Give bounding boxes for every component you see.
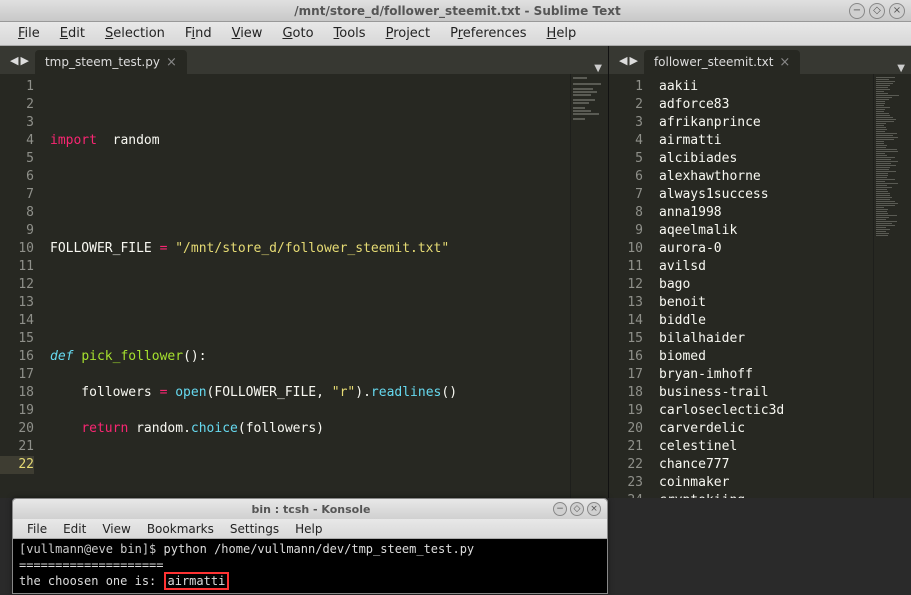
list-item: carverdelic [659, 420, 867, 438]
editor-left[interactable]: 12345678910111213141516171819202122 impo… [0, 74, 608, 498]
menu-tools[interactable]: Tools [324, 23, 376, 44]
tab-close-icon[interactable]: × [166, 55, 177, 70]
tab-label: follower_steemit.txt [654, 55, 773, 69]
list-item: avilsd [659, 258, 867, 276]
list-item: chance777 [659, 456, 867, 474]
minimap-left[interactable] [570, 74, 608, 498]
pane-left: ◀ ▶ tmp_steem_test.py × ▼ 12345678910111… [0, 46, 609, 498]
menu-view[interactable]: View [222, 23, 273, 44]
konsole-menubar: File Edit View Bookmarks Settings Help [13, 519, 607, 539]
menu-project[interactable]: Project [376, 23, 441, 44]
tab-next-icon[interactable]: ▶ [20, 54, 28, 67]
konsole-menu-file[interactable]: File [19, 520, 55, 538]
list-item: coinmaker [659, 474, 867, 492]
gutter-right: 1234567891011121314151617181920212223242… [609, 74, 653, 498]
konsole-minimize-button[interactable]: − [553, 502, 567, 516]
list-item: alcibiades [659, 150, 867, 168]
list-item: afrikanprince [659, 114, 867, 132]
editor-right[interactable]: 1234567891011121314151617181920212223242… [609, 74, 911, 498]
konsole-menu-help[interactable]: Help [287, 520, 330, 538]
tab-prev-icon[interactable]: ◀ [10, 54, 18, 67]
konsole-menu-bookmarks[interactable]: Bookmarks [139, 520, 222, 538]
konsole-terminal[interactable]: [vullmann@eve bin]$ python /home/vullman… [13, 539, 607, 591]
tab-next-icon[interactable]: ▶ [629, 54, 637, 67]
window-title: /mnt/store_d/follower_steemit.txt - Subl… [66, 4, 849, 18]
list-item: always1success [659, 186, 867, 204]
list-item: cryptokiing [659, 492, 867, 498]
list-item: alexhawthorne [659, 168, 867, 186]
list-item: bilalhaider [659, 330, 867, 348]
list-item: biddle [659, 312, 867, 330]
terminal-result-value: airmatti [164, 572, 230, 590]
list-item: aurora-0 [659, 240, 867, 258]
list-item: bryan-imhoff [659, 366, 867, 384]
tabbar-menu-icon[interactable]: ▼ [897, 63, 905, 74]
tabbar-left: ◀ ▶ tmp_steem_test.py × ▼ [0, 46, 608, 74]
terminal-command: python /home/vullmann/dev/tmp_steem_test… [164, 542, 475, 556]
tab-followers[interactable]: follower_steemit.txt × [644, 50, 800, 74]
menu-file[interactable]: File [8, 23, 50, 44]
window-titlebar: /mnt/store_d/follower_steemit.txt - Subl… [0, 0, 911, 22]
list-item: adforce83 [659, 96, 867, 114]
menu-goto[interactable]: Goto [272, 23, 323, 44]
tabbar-menu-icon[interactable]: ▼ [594, 63, 602, 74]
tab-close-icon[interactable]: × [779, 55, 790, 70]
terminal-separator: ==================== [19, 557, 601, 573]
close-button[interactable]: × [889, 3, 905, 19]
list-item: bago [659, 276, 867, 294]
minimap-right[interactable] [873, 74, 911, 498]
code-right[interactable]: aakiiadforce83afrikanprinceairmattialcib… [653, 74, 873, 498]
list-item: aqeelmalik [659, 222, 867, 240]
list-item: anna1998 [659, 204, 867, 222]
tab-label: tmp_steem_test.py [45, 55, 160, 69]
tabbar-right: ◀ ▶ follower_steemit.txt × ▼ [609, 46, 911, 74]
list-item: business-trail [659, 384, 867, 402]
list-item: benoit [659, 294, 867, 312]
menu-help[interactable]: Help [537, 23, 587, 44]
menu-find[interactable]: Find [175, 23, 222, 44]
menu-preferences[interactable]: Preferences [440, 23, 536, 44]
window-controls: − ◇ × [849, 3, 905, 19]
list-item: airmatti [659, 132, 867, 150]
code-left[interactable]: import random FOLLOWER_FILE = "/mnt/stor… [44, 74, 570, 498]
pane-right: ◀ ▶ follower_steemit.txt × ▼ 12345678910… [609, 46, 911, 498]
list-item: biomed [659, 348, 867, 366]
terminal-result-label: the choosen one is: [19, 574, 164, 588]
menu-edit[interactable]: Edit [50, 23, 95, 44]
list-item: aakii [659, 78, 867, 96]
list-item: celestinel [659, 438, 867, 456]
konsole-close-button[interactable]: × [587, 502, 601, 516]
maximize-button[interactable]: ◇ [869, 3, 885, 19]
tab-prev-icon[interactable]: ◀ [619, 54, 627, 67]
konsole-menu-view[interactable]: View [94, 520, 138, 538]
minimize-button[interactable]: − [849, 3, 865, 19]
konsole-window: bin : tcsh - Konsole − ◇ × File Edit Vie… [12, 498, 608, 594]
terminal-prompt: [vullmann@eve bin]$ [19, 542, 164, 556]
konsole-titlebar: bin : tcsh - Konsole − ◇ × [13, 499, 607, 519]
editor-panes: ◀ ▶ tmp_steem_test.py × ▼ 12345678910111… [0, 46, 911, 498]
konsole-title: bin : tcsh - Konsole [69, 503, 553, 516]
menubar: File Edit Selection Find View Goto Tools… [0, 22, 911, 46]
gutter-left: 12345678910111213141516171819202122 [0, 74, 44, 498]
konsole-menu-settings[interactable]: Settings [222, 520, 287, 538]
konsole-menu-edit[interactable]: Edit [55, 520, 94, 538]
list-item: carloseclectic3d [659, 402, 867, 420]
konsole-maximize-button[interactable]: ◇ [570, 502, 584, 516]
menu-selection[interactable]: Selection [95, 23, 175, 44]
tab-tmp-steem[interactable]: tmp_steem_test.py × [35, 50, 187, 74]
